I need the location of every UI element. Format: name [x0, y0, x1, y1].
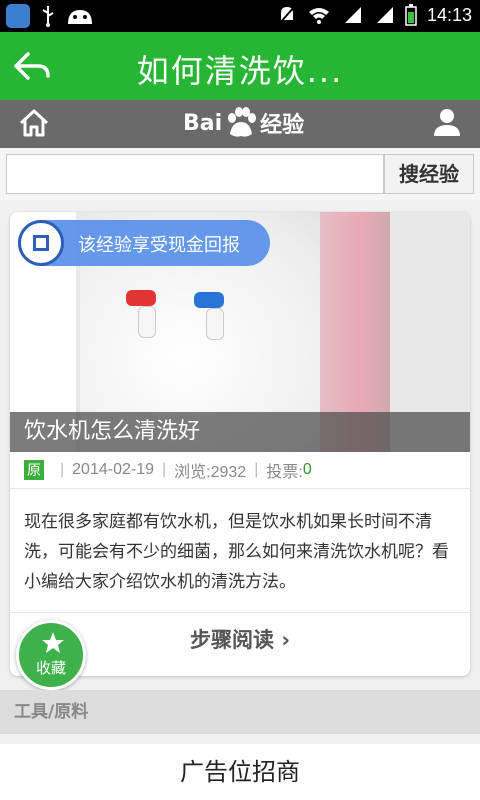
article-hero-image[interactable]: 该经验享受现金回报 饮水机怎么清洗好: [10, 212, 470, 452]
divider: [10, 488, 470, 489]
title-bar: 如何清洗饮...: [0, 32, 480, 100]
meta-separator: |: [162, 461, 167, 478]
usb-icon: [42, 6, 54, 27]
status-time: 14:13: [426, 4, 472, 25]
article-description: 现在很多家庭都有饮水机，但是饮水机如果长时间不清洗，可能会有不少的细菌，那么如何…: [24, 512, 449, 592]
mute-icon: [278, 5, 296, 25]
favorite-label: 收藏: [35, 659, 66, 677]
cold-tap: [194, 292, 224, 308]
home-icon[interactable]: [18, 107, 50, 139]
baidu-paw-icon: [228, 107, 257, 137]
user-icon[interactable]: [432, 107, 462, 137]
android-icon: [68, 10, 92, 24]
article-views: 浏览:2932: [174, 464, 247, 481]
logo-text-left: Bai: [183, 110, 223, 136]
badge-text: 该经验享受现金回报: [78, 235, 240, 256]
hot-tap: [126, 290, 156, 306]
article-card[interactable]: 该经验享受现金回报 饮水机怎么清洗好 原 | 2014-02-19 | 浏览:2…: [10, 212, 470, 676]
ad-banner[interactable]: 广告位招商: [0, 744, 480, 800]
weather-app-icon: [6, 4, 30, 28]
favorite-button[interactable]: 收藏: [16, 620, 86, 690]
article-date: 2014-02-19: [72, 461, 154, 478]
search-row: 搜经验: [0, 148, 480, 200]
search-input[interactable]: [6, 154, 384, 194]
search-button[interactable]: 搜经验: [384, 154, 474, 194]
original-tag: 原: [24, 460, 44, 480]
baidu-nav-bar: Bai 经验: [0, 100, 480, 148]
article-votes-label: 投票:: [266, 464, 303, 481]
article-votes-value: 0: [302, 461, 312, 478]
cold-spout: [206, 308, 224, 340]
article-title: 饮水机怎么清洗好: [10, 412, 470, 452]
baidu-jingyan-logo: Bai 经验: [183, 106, 304, 140]
divider: [10, 612, 470, 613]
wifi-icon: [308, 8, 329, 24]
page-title: 如何清洗饮...: [136, 52, 344, 90]
article-meta: 原 | 2014-02-19 | 浏览:2932 | 投票: 0: [24, 458, 312, 482]
battery-icon: [405, 4, 417, 26]
cash-reward-badge[interactable]: 该经验享受现金回报: [18, 220, 270, 266]
logo-text-right: 经验: [260, 113, 305, 138]
hot-spout: [138, 306, 156, 338]
tools-section-header[interactable]: 工具/原料: [0, 690, 480, 734]
meta-separator: |: [60, 461, 65, 478]
meta-separator: |: [254, 461, 259, 478]
badge-icon: [18, 220, 64, 266]
signal-icon: [344, 7, 361, 23]
status-bar: 14:13: [0, 0, 480, 32]
star-icon: [42, 632, 64, 653]
signal-icon-2: [376, 7, 393, 23]
